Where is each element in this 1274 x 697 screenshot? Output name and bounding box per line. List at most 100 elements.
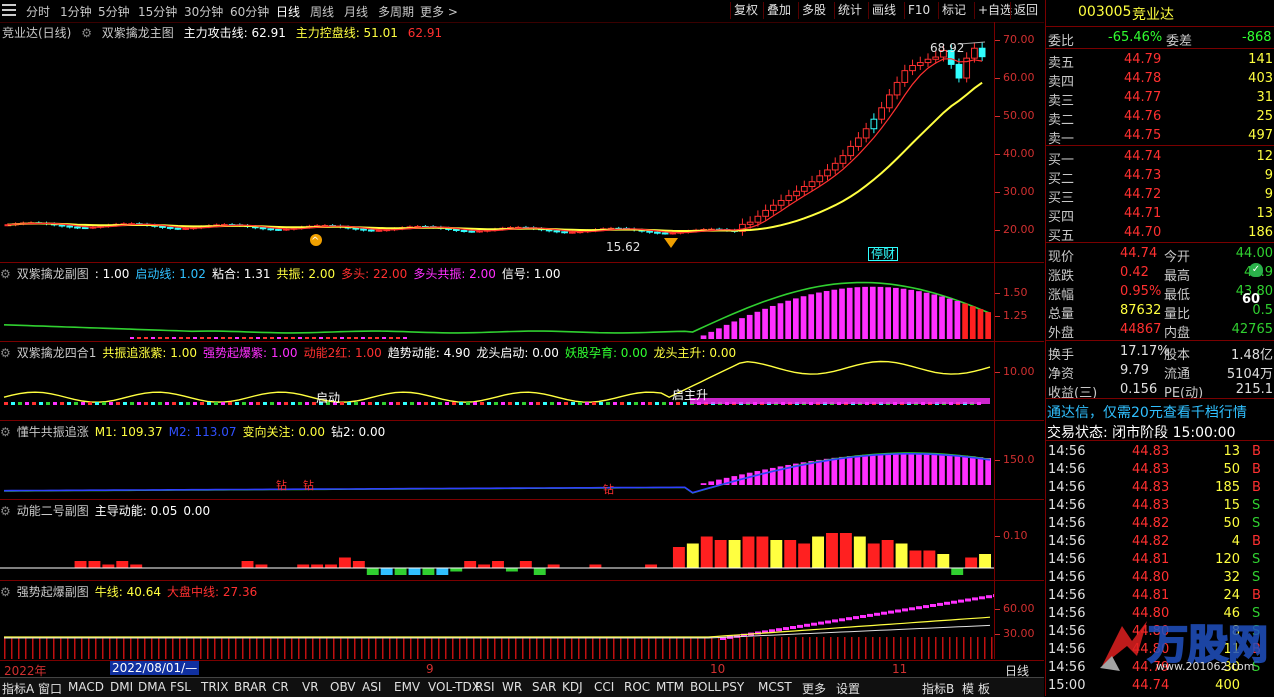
tab-BRAR[interactable]: BRAR [234, 680, 267, 694]
toolbar-button-2[interactable]: 多股 [798, 2, 829, 19]
stat-row: 外盘 44867 内盘 42765 [1046, 321, 1274, 341]
small-bar [179, 337, 183, 339]
stat-row: 涨跌0.42最高49.9 [1046, 264, 1274, 284]
tab-WR[interactable]: WR [502, 680, 522, 694]
tick-time: 14:56 [1048, 588, 1086, 603]
watermark-logo: 万股网 www.201062.com [1092, 612, 1272, 682]
base-bar [130, 637, 132, 659]
tab-RSI[interactable]: RSI [475, 680, 495, 694]
timeframe-4[interactable]: 30分钟 [184, 3, 223, 20]
histogram-bar [931, 294, 938, 339]
main-chart-panel[interactable]: 竞业达(日线) ⚙ 双紫擒龙主图 主力攻击线: 62.91 主力控盘线: 51.… [0, 22, 1044, 263]
timeframe-0[interactable]: 分时 [26, 3, 50, 20]
timeframe-6[interactable]: 日线 [276, 3, 300, 20]
sub-panel-2[interactable]: ⚙ 双紫擒龙四合1 共振追涨紫: 1.00 强势起爆紫: 1.00 动能2红: 1.00… [0, 342, 1044, 421]
tab-FSL[interactable]: FSL [170, 680, 191, 694]
small-bar [256, 337, 260, 339]
timeframe-8[interactable]: 月线 [344, 3, 368, 20]
tab-板[interactable]: 板 [978, 680, 990, 697]
tick-row: 14:56 44.82 50 S [1046, 515, 1274, 533]
sub-panel-3[interactable]: ⚙ 懂牛共振追涨 M1: 109.37 M2: 113.07 变向关注: 0.00 钻2:… [0, 421, 1044, 500]
ad-banner[interactable]: 通达信，仅需20元查看千档行情 [1046, 401, 1274, 421]
tab-BOLL[interactable]: BOLL [690, 680, 721, 694]
tab-TRIX[interactable]: TRIX [201, 680, 228, 694]
tick-time: 14:56 [1048, 570, 1086, 585]
tab-指标B[interactable]: 指标B [922, 680, 954, 697]
step-mark [853, 616, 859, 620]
base-bar [277, 637, 279, 659]
tab-DMI[interactable]: DMI [110, 680, 133, 694]
toolbar-button-1[interactable]: 叠加 [763, 2, 794, 19]
candle [769, 199, 777, 215]
signal-dash [480, 402, 484, 405]
tab-OBV[interactable]: OBV [330, 680, 356, 694]
timeframe-3[interactable]: 15分钟 [138, 3, 177, 20]
small-bar [305, 337, 309, 339]
tick-row: 14:56 44.83 50 B [1046, 461, 1274, 479]
base-bar [95, 637, 97, 659]
tab-设置[interactable]: 设置 [836, 680, 860, 697]
tab-窗口[interactable]: 窗口 [38, 680, 62, 697]
tab-DMA[interactable]: DMA [138, 680, 166, 694]
small-bar [249, 337, 253, 339]
timeframe-10[interactable]: 更多 > [420, 3, 458, 20]
order-level-label: 卖二 [1048, 113, 1075, 128]
histogram-bar [831, 457, 838, 485]
tab-更多[interactable]: 更多 [802, 680, 826, 697]
tab-VR[interactable]: VR [302, 680, 319, 694]
tab-MCST[interactable]: MCST [758, 680, 792, 694]
signal-dash [179, 402, 183, 405]
tick-side: B [1252, 444, 1261, 459]
tab-CR[interactable]: CR [272, 680, 289, 694]
base-bar [823, 637, 825, 659]
toolbar-button-8[interactable]: 返回 [1010, 2, 1041, 19]
tab-EMV[interactable]: EMV [394, 680, 420, 694]
timeframe-9[interactable]: 多周期 [378, 3, 414, 20]
sub-panel-5[interactable]: ⚙ 强势起爆副图 牛线: 40.64 大盘中线: 27.36 60.00 30.00 [0, 581, 1044, 659]
histogram-bar [533, 568, 546, 575]
histogram-bar [839, 288, 845, 339]
sub-panel-1[interactable]: ⚙ 双紫擒龙副图: 1.00 启动线: 1.02 粘合: 1.31 共振: 2.00 多头… [0, 263, 1044, 342]
tab-ROC[interactable]: ROC [624, 680, 650, 694]
timeframe-2[interactable]: 5分钟 [98, 3, 130, 20]
toolbar-button-3[interactable]: 统计 [834, 2, 865, 19]
signal-dash [137, 402, 141, 405]
tab-ASI[interactable]: ASI [362, 680, 381, 694]
toolbar-button-0[interactable]: 复权 [730, 2, 761, 19]
tab-KDJ[interactable]: KDJ [562, 680, 583, 694]
order-price: 44.79 [1124, 52, 1162, 67]
signal-dash [487, 402, 491, 405]
menu-icon[interactable] [2, 4, 16, 16]
small-bar [144, 337, 148, 339]
tab-SAR[interactable]: SAR [532, 680, 556, 694]
histogram-bar [823, 458, 830, 485]
histogram-bar [885, 287, 891, 339]
histogram-bar [939, 296, 945, 339]
tab-指标A[interactable]: 指标A [2, 680, 34, 697]
toolbar-button-5[interactable]: F10 [904, 2, 933, 19]
timeframe-5[interactable]: 60分钟 [230, 3, 269, 20]
tick-row: 14:56 44.81 24 B [1046, 587, 1274, 605]
histogram-bar [854, 455, 861, 485]
base-bar [697, 637, 699, 659]
tab-MACD[interactable]: MACD [68, 680, 104, 694]
tab-PSY[interactable]: PSY [722, 680, 744, 694]
tick-row: 14:56 44.82 4 B [1046, 533, 1274, 551]
signal-dash [32, 402, 36, 405]
ad-text[interactable]: 通达信，仅需20元查看千档行情 [1047, 402, 1247, 422]
sub-panel-4[interactable]: ⚙ 动能二号副图 主导动能: 0.05 0.00 0.10 [0, 500, 1044, 581]
histogram-bar [708, 481, 715, 485]
tab-MTM[interactable]: MTM [656, 680, 684, 694]
toolbar-button-6[interactable]: 标记 [938, 2, 969, 19]
timeframe-7[interactable]: 周线 [310, 3, 334, 20]
toolbar-button-4[interactable]: 画线 [868, 2, 899, 19]
order-row: 卖四 44.78 403 [1046, 70, 1274, 90]
tab-VOL-TDX[interactable]: VOL-TDX [428, 680, 480, 694]
small-bar [193, 337, 197, 339]
base-bar [711, 637, 713, 659]
timeframe-1[interactable]: 1分钟 [60, 3, 92, 20]
tab-CCI[interactable]: CCI [594, 680, 614, 694]
tab-模[interactable]: 模 [962, 680, 974, 697]
histogram-bar [946, 454, 953, 485]
toolbar-button-7[interactable]: +自选 [974, 2, 1015, 19]
